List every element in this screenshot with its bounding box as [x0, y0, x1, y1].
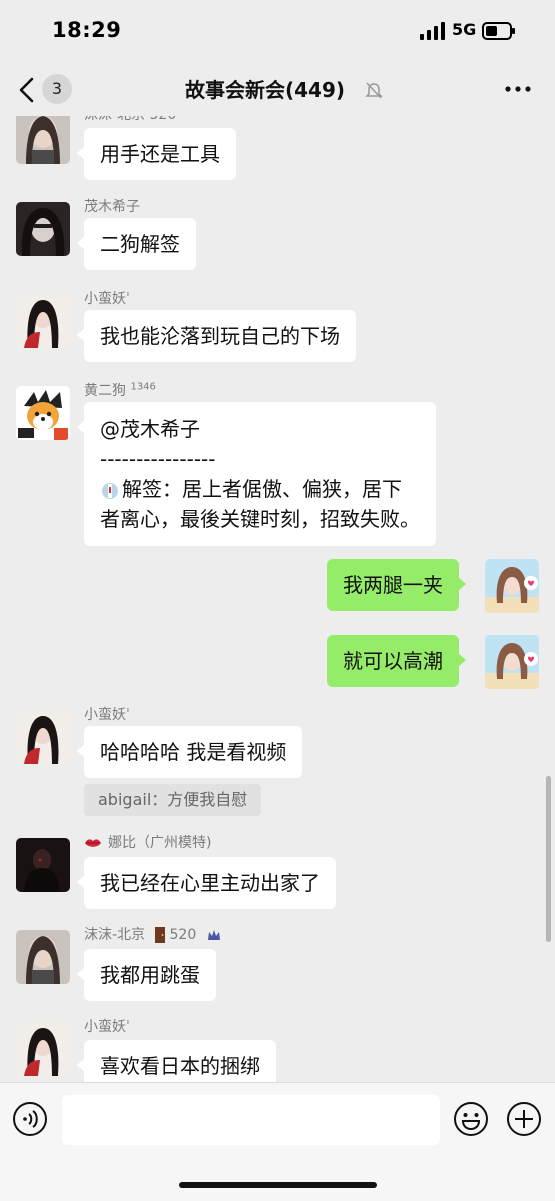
mute-bell-icon — [365, 82, 383, 99]
voice-input-icon[interactable] — [12, 1101, 48, 1137]
quoted-reply[interactable]: abigail：方便我自慰 — [84, 784, 262, 816]
message-input[interactable] — [62, 1095, 440, 1145]
unread-count-badge: 3 — [42, 74, 72, 104]
message-sender: 小蛮妖ˈ — [84, 291, 130, 307]
battery-icon — [482, 22, 515, 40]
add-attachment-icon[interactable] — [506, 1101, 542, 1137]
network-type: 5G — [452, 20, 477, 39]
sender-name: 黄二狗 — [84, 383, 126, 399]
message-sender: 小蛮妖ˈ — [84, 707, 130, 723]
status-time: 18:29 — [52, 18, 122, 42]
message-sender: 小蛮妖ˈ — [84, 1019, 130, 1035]
fortune-line-2: 者离心，最後关键时刻，招致失败。 — [100, 507, 420, 531]
status-bar: 18:29 5G — [0, 0, 555, 62]
message-sender: 沫沫-北京 520 — [84, 116, 176, 124]
message-bubble[interactable]: 我已经在心里主动出家了 — [77, 857, 336, 909]
chevron-left-icon — [19, 77, 34, 103]
avatar[interactable] — [16, 202, 70, 256]
fortune-line: 解签：居上者倨傲、偏狭，居下 — [100, 474, 420, 504]
avatar[interactable] — [16, 116, 70, 164]
crown-icon — [207, 930, 220, 940]
my-avatar[interactable] — [485, 559, 539, 613]
message-bubble[interactable]: 喜欢看日本的捆绑 — [77, 1040, 276, 1082]
fortune-text: 解签：居上者倨傲、偏狭，居下 — [122, 477, 402, 501]
message-bubble[interactable]: 我都用跳蛋 — [77, 949, 216, 1001]
more-options-icon[interactable] — [500, 76, 536, 102]
my-avatar[interactable] — [485, 635, 539, 689]
door-icon — [154, 927, 165, 943]
sender-badge: 520 — [169, 927, 197, 943]
message-bubble[interactable]: 我也能沦落到玩自己的下场 — [77, 310, 356, 362]
avatar[interactable] — [16, 1022, 70, 1076]
nav-bar: 3 故事会新会(449) — [0, 62, 555, 116]
scrollbar[interactable] — [546, 776, 551, 942]
message-sender: 娜比（广州模特) — [84, 832, 211, 852]
message-bubble[interactable]: 用手还是工具 — [77, 128, 236, 180]
my-message-bubble[interactable]: 就可以高潮 — [327, 635, 466, 687]
fortune-stick-icon — [102, 482, 118, 499]
emoji-icon[interactable] — [453, 1101, 489, 1137]
sender-name: 沫沫-北京 — [84, 927, 146, 943]
sender-name: 娜比（广州模特) — [108, 835, 212, 851]
mention-line: @茂木希子 — [100, 417, 200, 441]
avatar[interactable] — [16, 294, 70, 348]
avatar[interactable] — [16, 386, 70, 440]
avatar[interactable] — [16, 838, 70, 892]
avatar[interactable] — [16, 710, 70, 764]
sender-badge: 1346 — [130, 381, 156, 393]
lips-icon — [85, 839, 101, 847]
message-list[interactable]: 沫沫-北京 520 用手还是工具 茂木希子 二狗解签 小蛮妖ˈ 我也能沦落到玩自… — [0, 116, 555, 1082]
message-bubble[interactable]: @茂木希子 ---------------- 解签：居上者倨傲、偏狭，居下 者离… — [77, 402, 436, 546]
message-sender: 茂木希子 — [84, 199, 140, 215]
message-sender: 黄二狗 1346 — [84, 380, 156, 400]
back-button[interactable]: 3 — [16, 74, 72, 106]
home-indicator[interactable] — [179, 1182, 377, 1188]
my-message-bubble[interactable]: 我两腿一夹 — [327, 559, 466, 611]
signal-icon — [420, 22, 445, 40]
avatar[interactable] — [16, 930, 70, 984]
divider-line: ---------------- — [100, 447, 216, 471]
message-bubble[interactable]: 二狗解签 — [77, 218, 196, 270]
chat-title: 故事会新会(449) — [184, 78, 346, 102]
message-sender: 沫沫-北京 520 — [84, 924, 221, 944]
message-bubble[interactable]: 哈哈哈哈 我是看视频 — [76, 726, 303, 778]
